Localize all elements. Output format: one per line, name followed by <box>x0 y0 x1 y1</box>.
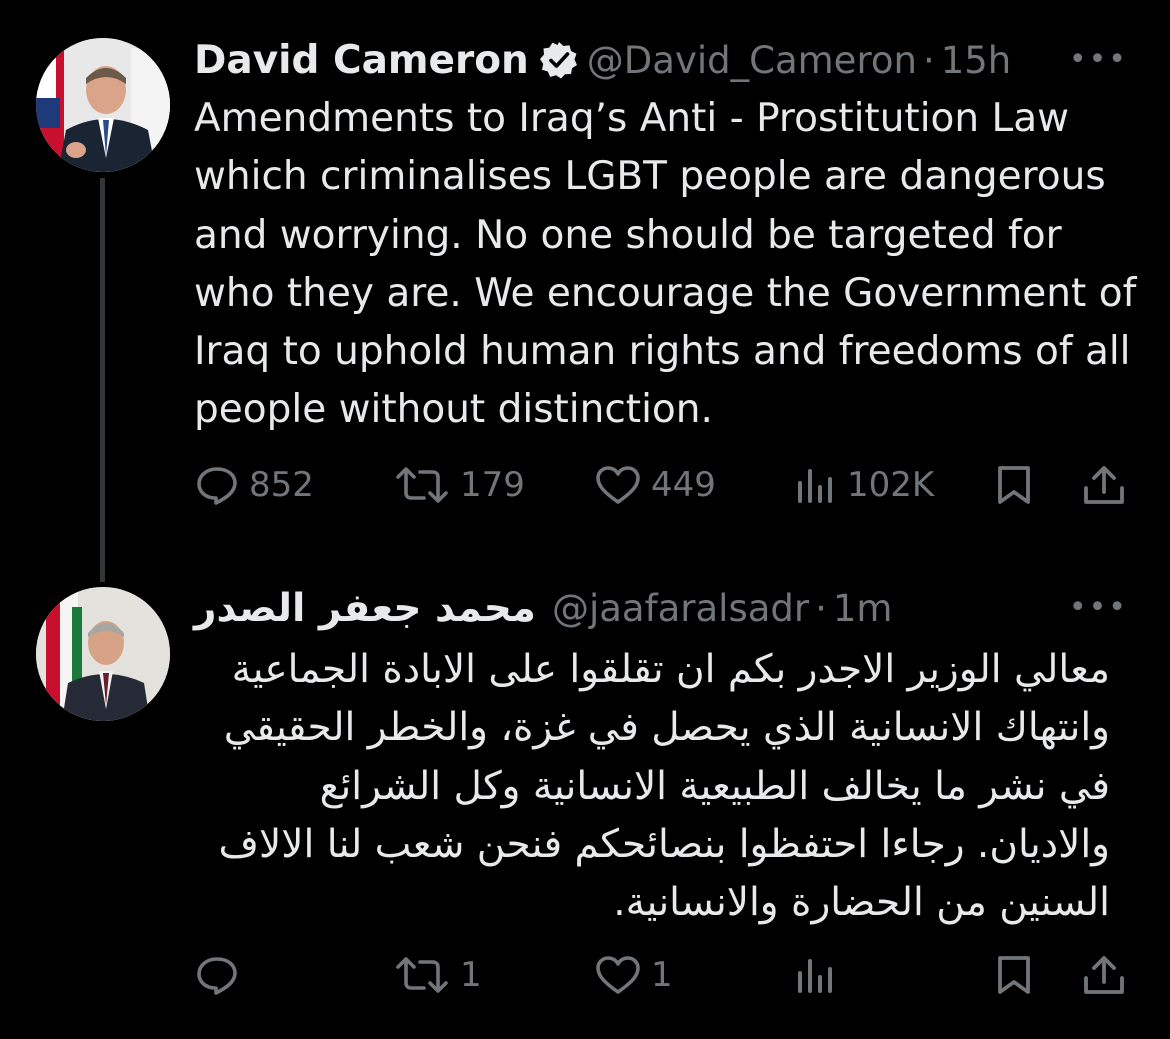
more-options-button[interactable]: ••• <box>1069 590 1128 625</box>
repost-icon <box>396 957 448 993</box>
avatar-image <box>36 38 170 172</box>
action-bar: 852 179 449 102K <box>190 455 1140 515</box>
share-icon <box>1084 466 1124 504</box>
reply-button[interactable] <box>195 945 249 1005</box>
avatar[interactable] <box>36 587 170 721</box>
views-count: 102K <box>847 465 935 505</box>
share-button[interactable] <box>1082 455 1126 515</box>
bookmark-icon <box>998 466 1030 504</box>
repost-button[interactable]: 1 <box>394 945 482 1005</box>
like-button[interactable]: 449 <box>595 455 716 515</box>
action-bar: 1 1 <box>190 945 1140 1005</box>
author-name[interactable]: David Cameron <box>194 38 529 83</box>
repost-button[interactable]: 179 <box>394 455 525 515</box>
tweet[interactable]: David Cameron @David_Cameron · 15h ••• A… <box>0 0 1170 582</box>
reply-icon <box>197 467 237 505</box>
avatar[interactable] <box>36 38 170 172</box>
tweet-header: David Cameron @David_Cameron · 15h <box>194 35 1011 85</box>
separator-dot: · <box>815 586 827 630</box>
like-icon <box>596 466 640 504</box>
reply-icon <box>197 957 237 995</box>
timestamp[interactable]: 1m <box>833 587 893 630</box>
verified-badge-icon[interactable] <box>539 40 579 80</box>
thread-connector-line <box>100 178 105 582</box>
repost-icon <box>396 467 448 503</box>
views-icon <box>798 959 832 993</box>
author-name[interactable]: محمد جعفر الصدر <box>194 586 536 631</box>
more-options-button[interactable]: ••• <box>1069 42 1128 77</box>
repost-count: 1 <box>460 955 482 995</box>
repost-count: 179 <box>460 465 525 505</box>
views-icon <box>798 469 832 503</box>
tweet-header: محمد جعفر الصدر @jaafaralsadr · 1m <box>194 583 892 633</box>
reply-count: 852 <box>249 465 314 505</box>
author-handle[interactable]: @David_Cameron <box>587 39 917 82</box>
separator-dot: · <box>922 38 935 82</box>
like-count: 1 <box>651 955 673 995</box>
bookmark-button[interactable] <box>996 455 1032 515</box>
bookmark-icon <box>998 956 1030 994</box>
avatar-image <box>36 587 170 721</box>
tweet[interactable]: محمد جعفر الصدر @jaafaralsadr · 1m ••• م… <box>0 575 1170 1039</box>
like-icon <box>596 956 640 994</box>
tweet-text: معالي الوزير الاجدر بكم ان تقلقوا على ال… <box>218 647 1110 926</box>
share-icon <box>1084 956 1124 994</box>
author-handle[interactable]: @jaafaralsadr <box>552 587 809 630</box>
reply-button[interactable]: 852 <box>195 455 314 515</box>
share-button[interactable] <box>1082 945 1126 1005</box>
like-button[interactable]: 1 <box>595 945 673 1005</box>
views-button[interactable] <box>795 945 847 1005</box>
views-button[interactable]: 102K <box>795 455 934 515</box>
like-count: 449 <box>651 465 716 505</box>
timestamp[interactable]: 15h <box>941 39 1012 82</box>
bookmark-button[interactable] <box>996 945 1032 1005</box>
tweet-text: Amendments to Iraq’s Anti - Prostitution… <box>194 96 1137 433</box>
